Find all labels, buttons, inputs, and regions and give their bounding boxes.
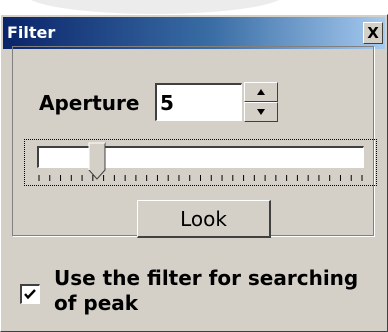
- slider-ticks: [38, 175, 363, 181]
- slider-track: [37, 146, 364, 168]
- arrow-down-icon: [257, 109, 265, 115]
- peak-filter-label: Use the filter for searching of peak: [54, 266, 359, 315]
- spin-up-button[interactable]: [244, 82, 278, 102]
- arrow-up-icon: [257, 89, 265, 95]
- peak-filter-checkbox[interactable]: [20, 284, 40, 304]
- spin-down-button[interactable]: [244, 102, 278, 122]
- title-bar[interactable]: Filter X: [3, 17, 385, 49]
- checkmark-icon: [24, 289, 36, 300]
- aperture-input[interactable]: [155, 83, 242, 121]
- aperture-label: Aperture: [39, 91, 140, 115]
- window-title: Filter: [7, 23, 56, 42]
- close-button[interactable]: X: [363, 22, 383, 44]
- close-icon: X: [367, 24, 379, 42]
- look-button[interactable]: Look: [137, 200, 271, 238]
- aperture-slider[interactable]: [24, 139, 377, 186]
- look-button-label: Look: [180, 206, 227, 231]
- aperture-spinner: [244, 82, 278, 122]
